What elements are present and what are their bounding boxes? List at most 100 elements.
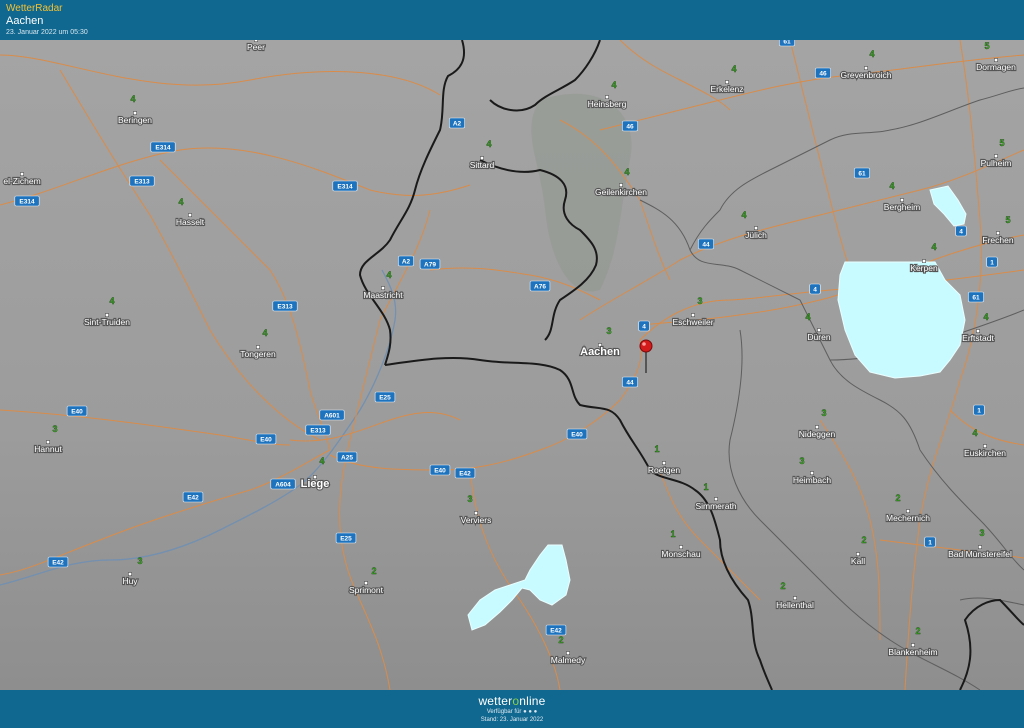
road-shield: 44 [622, 376, 638, 388]
road-shield: 1 [986, 256, 998, 268]
place-label: Blankenheim [888, 647, 937, 657]
precip-value: 2 [861, 535, 866, 545]
precip-value: 4 [130, 94, 135, 104]
precip-value: 3 [137, 556, 142, 566]
road-shield: E40 [566, 428, 588, 440]
place-label: Sint-Truiden [84, 317, 130, 327]
road-shield: A25 [336, 451, 358, 463]
svg-text:E313: E313 [134, 178, 150, 185]
place-label: Malmedy [551, 655, 586, 665]
road-shield: E314 [150, 141, 176, 153]
precip-value: 4 [109, 296, 114, 306]
stand-text: Stand: 23. Januar 2022 [480, 717, 544, 723]
road-shield: E40 [255, 433, 277, 445]
place-label: Erkelenz [710, 84, 743, 94]
place-label: Düren [807, 332, 830, 342]
precip-value: 2 [371, 566, 376, 576]
road-shield: A601 [319, 409, 345, 421]
place-label: Mechernich [886, 513, 930, 523]
road-shield: 1 [973, 404, 985, 416]
svg-text:A76: A76 [534, 283, 546, 290]
svg-text:4: 4 [959, 228, 963, 235]
road-shield: E40 [66, 405, 88, 417]
place-label: Verviers [461, 515, 492, 525]
svg-text:46: 46 [626, 123, 634, 130]
svg-text:A25: A25 [341, 454, 353, 461]
svg-text:E40: E40 [434, 467, 446, 474]
brand-title: WetterRadar [6, 3, 63, 14]
precip-value: 4 [624, 167, 629, 177]
svg-text:A79: A79 [424, 261, 436, 268]
precip-value: 2 [558, 635, 563, 645]
svg-text:4: 4 [642, 323, 646, 330]
road-shield: 46 [815, 67, 831, 79]
place-label: Heimbach [793, 475, 832, 485]
road-shield: A2 [398, 255, 414, 267]
place-label: Euskirchen [964, 448, 1006, 458]
road-shield: A76 [529, 280, 551, 292]
availability-text: Verfügbar für ● ● ● [486, 709, 538, 715]
svg-text:E42: E42 [187, 494, 199, 501]
precip-value: 4 [741, 210, 746, 220]
place-label: Hasselt [176, 217, 205, 227]
svg-text:E42: E42 [459, 470, 471, 477]
place-label: Tongeren [240, 349, 276, 359]
precip-value: 4 [486, 139, 491, 149]
svg-text:E25: E25 [340, 535, 352, 542]
road-shield: E42 [454, 467, 476, 479]
place-label: Heinsberg [588, 99, 627, 109]
svg-text:1: 1 [990, 259, 994, 266]
road-shield: 4 [638, 320, 650, 332]
place-label: Hellenthal [776, 600, 814, 610]
svg-text:A604: A604 [275, 481, 291, 488]
svg-text:61: 61 [858, 170, 866, 177]
precip-value: 4 [731, 64, 736, 74]
svg-text:E313: E313 [277, 303, 293, 310]
svg-text:46: 46 [819, 70, 827, 77]
place-label: Bad Münstereifel [948, 549, 1012, 559]
precip-value: 4 [889, 181, 894, 191]
precip-value: 2 [915, 626, 920, 636]
svg-text:1: 1 [928, 539, 932, 546]
precip-value: 5 [984, 41, 989, 51]
place-label: Dormagen [976, 62, 1016, 72]
road-shield: 61 [779, 40, 795, 47]
precip-value: 4 [319, 456, 324, 466]
svg-text:A2: A2 [402, 258, 411, 265]
precip-value: 3 [821, 408, 826, 418]
wetteronline-logo[interactable]: wetteronline [0, 694, 1024, 708]
precip-value: 4 [178, 197, 183, 207]
precip-value: 1 [703, 482, 708, 492]
place-label: Roetgen [648, 465, 680, 475]
precip-value: 4 [611, 80, 616, 90]
place-label: Pulheim [981, 158, 1012, 168]
svg-text:1: 1 [977, 407, 981, 414]
precip-value: 4 [262, 328, 267, 338]
place-label: Bergheim [884, 202, 920, 212]
road-shield: E40 [429, 464, 451, 476]
radar-map[interactable]: E314 E313 E314 E314 A2 A2 A79 E313 A76 A601 E25 E31… [0, 40, 1024, 690]
place-label: Simmerath [695, 501, 736, 511]
precip-value: 3 [52, 424, 57, 434]
place-label: Peer [247, 42, 265, 52]
road-shield: 4 [809, 283, 821, 295]
place-label: Eschweiler [672, 317, 713, 327]
place-label: Geilenkirchen [595, 187, 647, 197]
road-shield: E42 [47, 556, 69, 568]
precip-value: 3 [467, 494, 472, 504]
place-peer[interactable]: Peer [246, 40, 266, 53]
road-shield: E314 [14, 195, 40, 207]
app-footer: wetteronline Verfügbar für ● ● ● Stand: … [0, 690, 1024, 728]
precip-value: 1 [670, 529, 675, 539]
road-shield: E42 [182, 491, 204, 503]
road-shield: E313 [305, 424, 331, 436]
place-label: Erftstadt [962, 333, 994, 343]
location-title: Aachen [6, 15, 44, 27]
place-label: Maastricht [363, 290, 403, 300]
place-label: el-Zichem [3, 176, 40, 186]
road-shield: E25 [335, 532, 357, 544]
precip-value: 3 [697, 296, 702, 306]
place-label: Grevenbroich [840, 70, 891, 80]
precip-value: 4 [805, 312, 810, 322]
road-shield: 44 [698, 238, 714, 250]
